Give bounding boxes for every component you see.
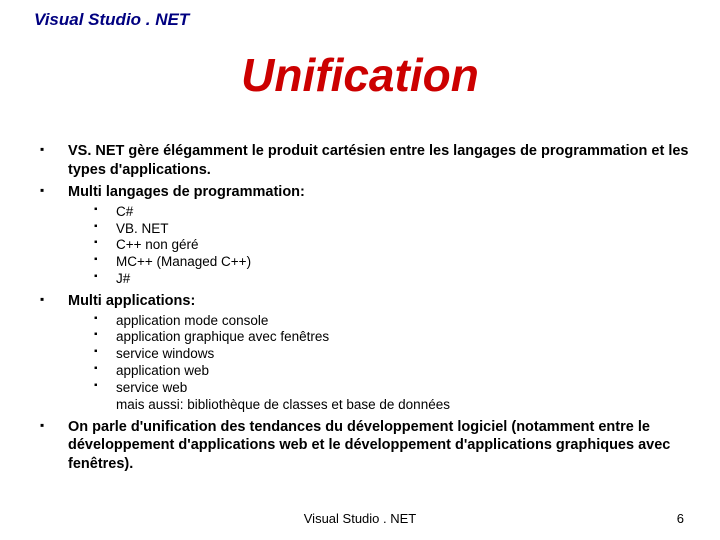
- slide-title: Unification: [0, 48, 720, 102]
- list-item: Multi applications: application mode cons…: [40, 292, 690, 414]
- sub-list-item: application web: [68, 363, 690, 380]
- sub-list-item: C#: [68, 204, 690, 221]
- list-item-text: Multi applications:: [68, 293, 195, 309]
- sub-list-item: mais aussi: bibliothèque de classes et b…: [68, 397, 690, 414]
- sub-list-item: C++ non géré: [68, 237, 690, 254]
- footer-page-number: 6: [677, 511, 684, 526]
- sub-list-item: MC++ (Managed C++): [68, 254, 690, 271]
- slide-content: VS. NET gère élégamment le produit carté…: [40, 142, 690, 477]
- sub-list-item: service web: [68, 380, 690, 397]
- list-item: On parle d'unification des tendances du …: [40, 418, 690, 474]
- sub-list: C#VB. NETC++ non géréMC++ (Managed C++)J…: [68, 204, 690, 288]
- list-item-text: VS. NET gère élégamment le produit carté…: [68, 143, 688, 178]
- sub-list-item: application mode console: [68, 313, 690, 330]
- list-item: Multi langages de programmation: C#VB. NE…: [40, 183, 690, 288]
- sub-list-item: VB. NET: [68, 221, 690, 238]
- sub-list-item: application graphique avec fenêtres: [68, 329, 690, 346]
- list-item-text: On parle d'unification des tendances du …: [68, 419, 670, 472]
- sub-list: application mode consoleapplication grap…: [68, 313, 690, 414]
- footer-center: Visual Studio . NET: [0, 511, 720, 526]
- list-item-text: Multi langages de programmation:: [68, 184, 305, 200]
- bullet-list: VS. NET gère élégamment le produit carté…: [40, 142, 690, 473]
- sub-list-item: service windows: [68, 346, 690, 363]
- slide-header: Visual Studio . NET: [34, 10, 189, 30]
- sub-list-item: J#: [68, 271, 690, 288]
- list-item: VS. NET gère élégamment le produit carté…: [40, 142, 690, 179]
